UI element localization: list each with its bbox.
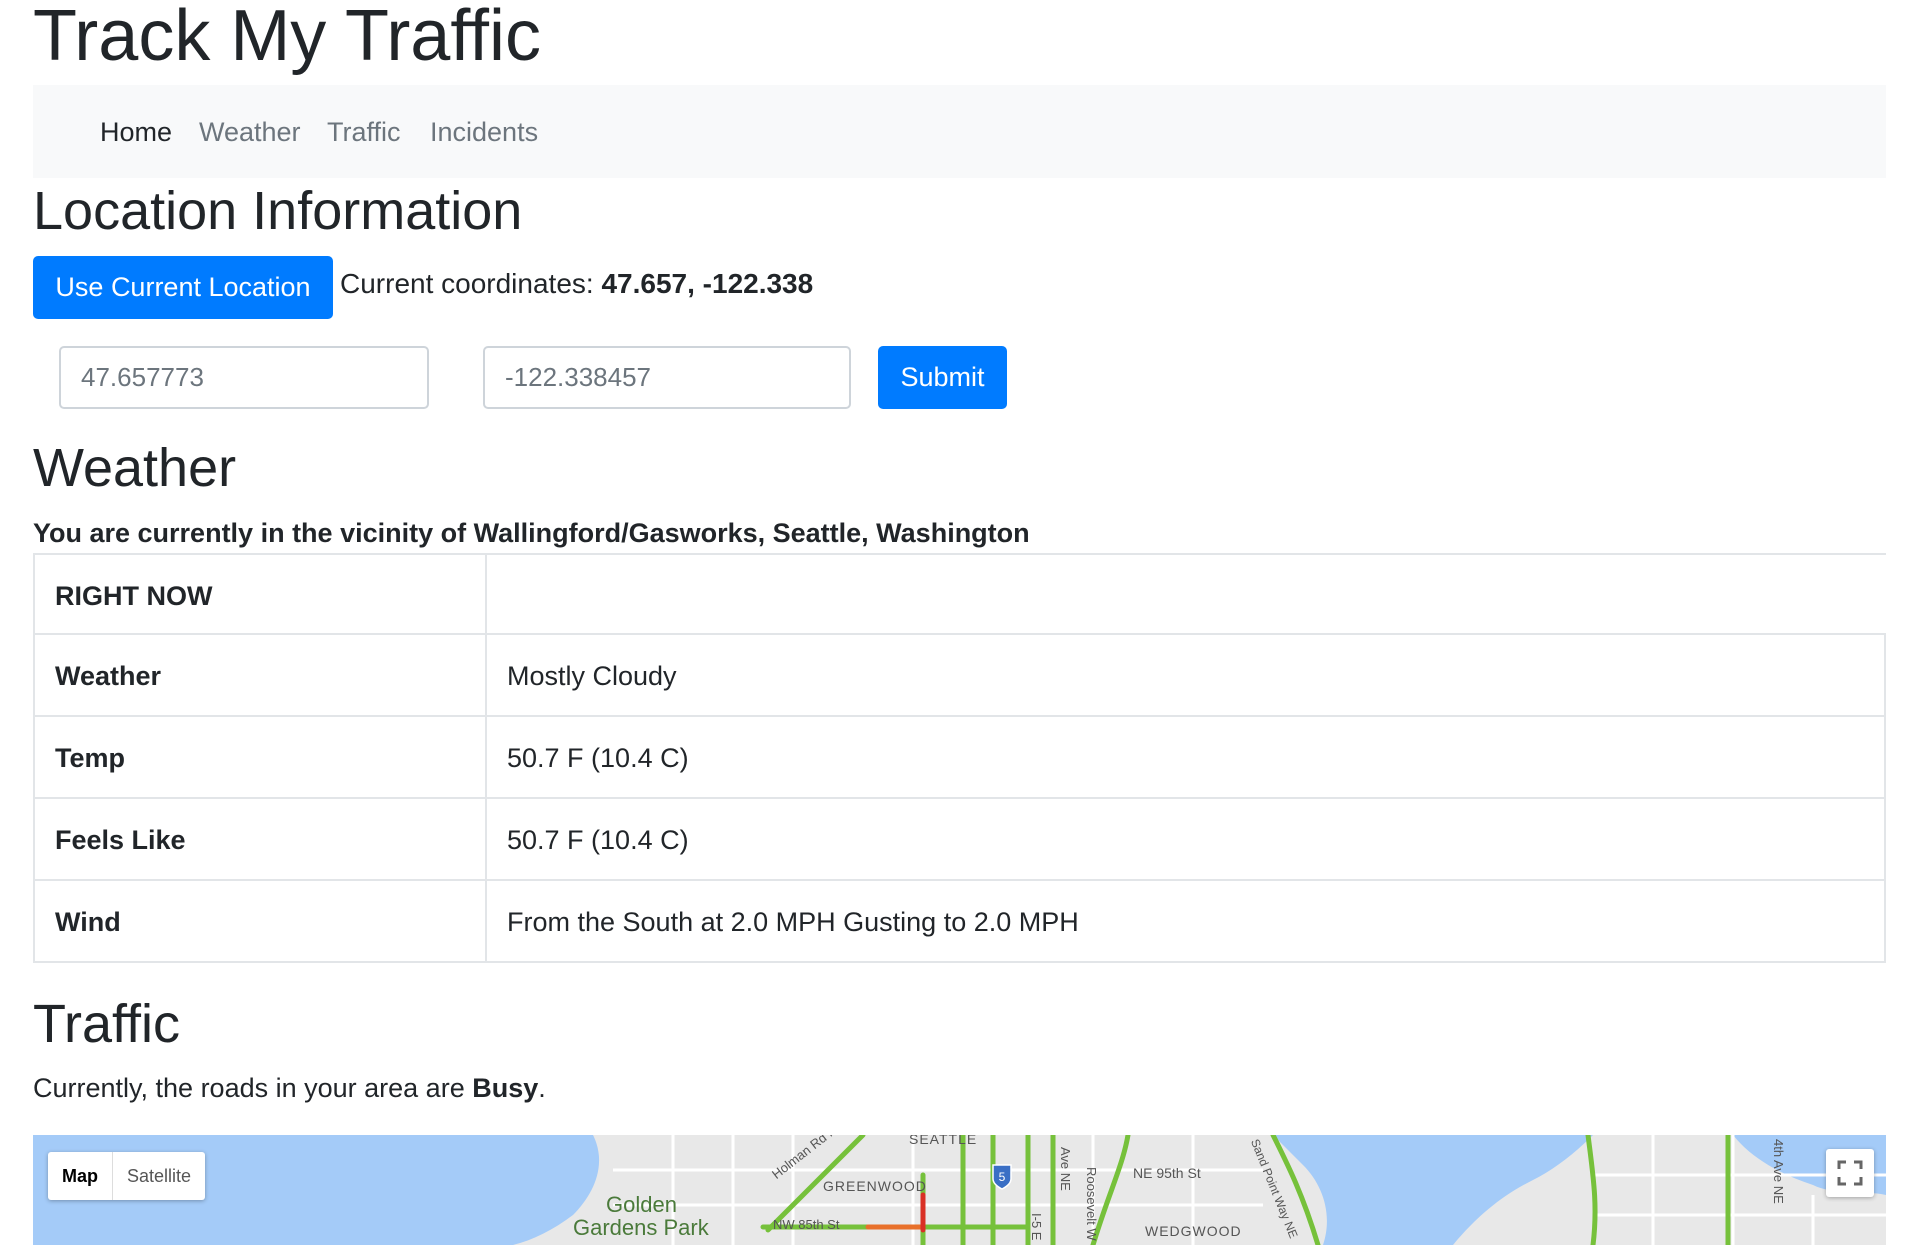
page-title: Track My Traffic <box>33 0 542 76</box>
map-canvas[interactable]: 5 <box>33 1135 1886 1245</box>
traffic-status-suffix: . <box>538 1073 546 1103</box>
navbar: Home Weather Traffic Incidents <box>33 85 1886 178</box>
fullscreen-icon <box>1837 1160 1863 1186</box>
row-value: From the South at 2.0 MPH Gusting to 2.0… <box>507 907 1079 937</box>
latitude-input[interactable]: 47.657773 <box>59 346 429 409</box>
table-row: Feels Like 50.7 F (10.4 C) <box>33 799 1886 881</box>
map-type-satellite-button[interactable]: Satellite <box>113 1152 205 1200</box>
i5-label: I-5 E <box>1029 1213 1044 1241</box>
row-value: 50.7 F (10.4 C) <box>507 825 689 855</box>
row-value: 50.7 F (10.4 C) <box>507 743 689 773</box>
submit-button[interactable]: Submit <box>878 346 1007 409</box>
lake-washington-water <box>1273 1135 1593 1245</box>
roosevelt-label: Roosevelt W <box>1084 1167 1099 1241</box>
traffic-heading: Traffic <box>33 994 181 1054</box>
nav-home[interactable]: Home <box>100 115 172 149</box>
ave-ne-label: Ave NE <box>1058 1147 1073 1191</box>
row-label: Temp <box>55 743 126 773</box>
use-current-location-button[interactable]: Use Current Location <box>33 256 333 319</box>
fullscreen-button[interactable] <box>1826 1149 1874 1197</box>
traffic-map[interactable]: 5 Golden Gardens Park GREENWOOD SEATTLE … <box>33 1135 1886 1245</box>
table-row: Weather Mostly Cloudy <box>33 635 1886 717</box>
nav-weather[interactable]: Weather <box>199 115 301 149</box>
greenwood-label: GREENWOOD <box>823 1178 927 1194</box>
weather-table: RIGHT NOW Weather Mostly Cloudy Temp 50.… <box>33 553 1886 963</box>
row-value: Mostly Cloudy <box>507 661 677 691</box>
traffic-status-value: Busy <box>472 1073 539 1103</box>
row-label: Weather <box>55 661 162 691</box>
nav-traffic[interactable]: Traffic <box>327 115 401 149</box>
seattle-label: SEATTLE <box>909 1135 978 1147</box>
4th-ave-ne-label: 4th Ave NE <box>1771 1139 1786 1204</box>
vicinity-text: You are currently in the vicinity of Wal… <box>33 518 1030 548</box>
row-label: Feels Like <box>55 825 186 855</box>
traffic-status-prefix: Currently, the roads in your area are <box>33 1073 465 1103</box>
location-heading: Location Information <box>33 181 523 241</box>
nav-incidents[interactable]: Incidents <box>430 115 538 149</box>
i5-shield-label: 5 <box>999 1170 1006 1184</box>
table-row: RIGHT NOW <box>33 553 1886 635</box>
ne-95th-label: NE 95th St <box>1133 1165 1201 1181</box>
table-row: Wind From the South at 2.0 MPH Gusting t… <box>33 881 1886 963</box>
map-type-map-button[interactable]: Map <box>48 1152 113 1200</box>
wedgwood-label: WEDGWOOD <box>1145 1223 1242 1239</box>
i5-shield-icon: 5 <box>992 1164 1012 1190</box>
table-header: RIGHT NOW <box>55 581 213 611</box>
weather-heading: Weather <box>33 438 237 498</box>
nw-85th-label: NW 85th St <box>773 1217 840 1232</box>
table-row: Temp 50.7 F (10.4 C) <box>33 717 1886 799</box>
longitude-input[interactable]: -122.338457 <box>483 346 851 409</box>
current-coordinates: Current coordinates: 47.657, -122.338 <box>340 266 813 302</box>
park-label-2: Gardens Park <box>573 1215 709 1240</box>
coords-value: 47.657, -122.338 <box>601 268 814 299</box>
map-type-control: Map Satellite <box>48 1152 206 1200</box>
coords-prefix: Current coordinates: <box>340 268 594 299</box>
traffic-status: Currently, the roads in your area are Bu… <box>33 1071 546 1105</box>
row-label: Wind <box>55 907 121 937</box>
